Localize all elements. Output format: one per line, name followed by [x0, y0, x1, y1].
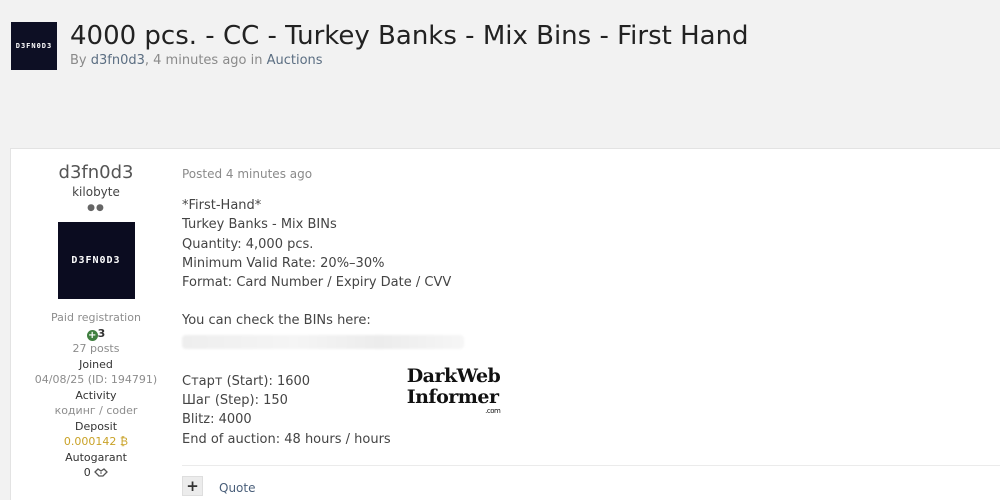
watermark-logo: DarkWeb Informer .com — [406, 364, 501, 449]
handshake-icon — [94, 468, 109, 477]
byline-forum-link[interactable]: Auctions — [267, 53, 323, 68]
autogarant-label: Autogarant — [65, 450, 127, 464]
activity-label: Activity — [75, 388, 117, 402]
post-author-panel: d3fn0d3 kilobyte ●● D3FN0D3 Paid registr… — [11, 149, 181, 481]
avatar-logo-text: D3FN0D3 — [71, 255, 121, 266]
avatar-logo-text: D3FN0D3 — [15, 42, 53, 50]
author-avatar-small[interactable]: D3FN0D3 — [11, 22, 57, 70]
post-timestamp[interactable]: Posted 4 minutes ago — [182, 167, 1000, 181]
auction-block: Старт (Start): 1600 Шаг (Step): 150 Blit… — [182, 365, 1000, 449]
watermark-line3: .com — [485, 406, 501, 415]
author-name-link[interactable]: d3fn0d3 — [11, 163, 181, 183]
byline-prefix: By — [70, 53, 91, 68]
topic-header-text: 4000 pcs. - CC - Turkey Banks - Mix Bins… — [70, 20, 749, 68]
topic-title: 4000 pcs. - CC - Turkey Banks - Mix Bins… — [70, 21, 749, 51]
post-line: Minimum Valid Rate: 20%–30% — [182, 255, 385, 271]
byline-author-link[interactable]: d3fn0d3 — [91, 53, 145, 68]
multiquote-button[interactable]: + — [182, 476, 203, 496]
post-body: *First-Hand* Turkey Banks - Mix BINs Qua… — [182, 196, 1000, 349]
auction-end: End of auction: 48 hours / hours — [182, 431, 391, 447]
rank-pips: ●● — [87, 203, 105, 213]
reputation-badge[interactable]: +3 — [11, 326, 181, 342]
author-group: Paid registration — [51, 311, 141, 324]
topic-header: D3FN0D3 4000 pcs. - CC - Turkey Banks - … — [11, 20, 749, 70]
watermark-line1: DarkWeb — [406, 364, 501, 387]
post-line: Turkey Banks - Mix BINs — [182, 217, 337, 233]
author-meta: Paid registration +3 27 posts Joined 04/… — [11, 310, 181, 481]
auction-terms: Старт (Start): 1600 Шаг (Step): 150 Blit… — [182, 372, 391, 449]
bins-note: You can check the BINs here: — [182, 313, 371, 329]
auction-blitz: Blitz: 4000 — [182, 412, 252, 428]
byline-time: , 4 minutes ago in — [144, 53, 267, 68]
post-content: Posted 4 minutes ago *First-Hand* Turkey… — [182, 149, 1000, 449]
autogarant-count: 0 — [83, 466, 91, 479]
post-line: *First-Hand* — [182, 198, 262, 213]
blurred-link — [182, 334, 464, 349]
deposit-label: Deposit — [74, 419, 118, 433]
post-actions: + Quote — [182, 465, 1000, 496]
topic-byline: By d3fn0d3, 4 minutes ago in Auctions — [70, 53, 749, 68]
post-line: Format: Card Number / Expiry Date / CVV — [182, 275, 452, 291]
quote-button[interactable]: Quote — [219, 481, 255, 495]
joined-label: Joined — [79, 357, 113, 371]
autogarant-value: 0 — [11, 465, 181, 481]
auction-start: Старт (Start): 1600 — [182, 373, 311, 389]
post-card: d3fn0d3 kilobyte ●● D3FN0D3 Paid registr… — [10, 148, 1000, 500]
reputation-value: 3 — [97, 326, 106, 340]
watermark-line2: Informer — [406, 385, 499, 408]
author-rank: kilobyte — [72, 185, 120, 199]
activity-value: кодинг / coder — [54, 404, 138, 417]
deposit-value: 0.000142 ₿ — [63, 435, 129, 448]
joined-value: 04/08/25 (ID: 194791) — [34, 373, 158, 386]
author-avatar[interactable]: D3FN0D3 — [57, 222, 135, 299]
auction-step: Шаг (Step): 150 — [182, 393, 288, 409]
post-line: Quantity: 4,000 pcs. — [182, 236, 314, 252]
author-post-count: 27 posts — [72, 342, 120, 355]
reputation-plus-icon: + — [86, 329, 98, 341]
